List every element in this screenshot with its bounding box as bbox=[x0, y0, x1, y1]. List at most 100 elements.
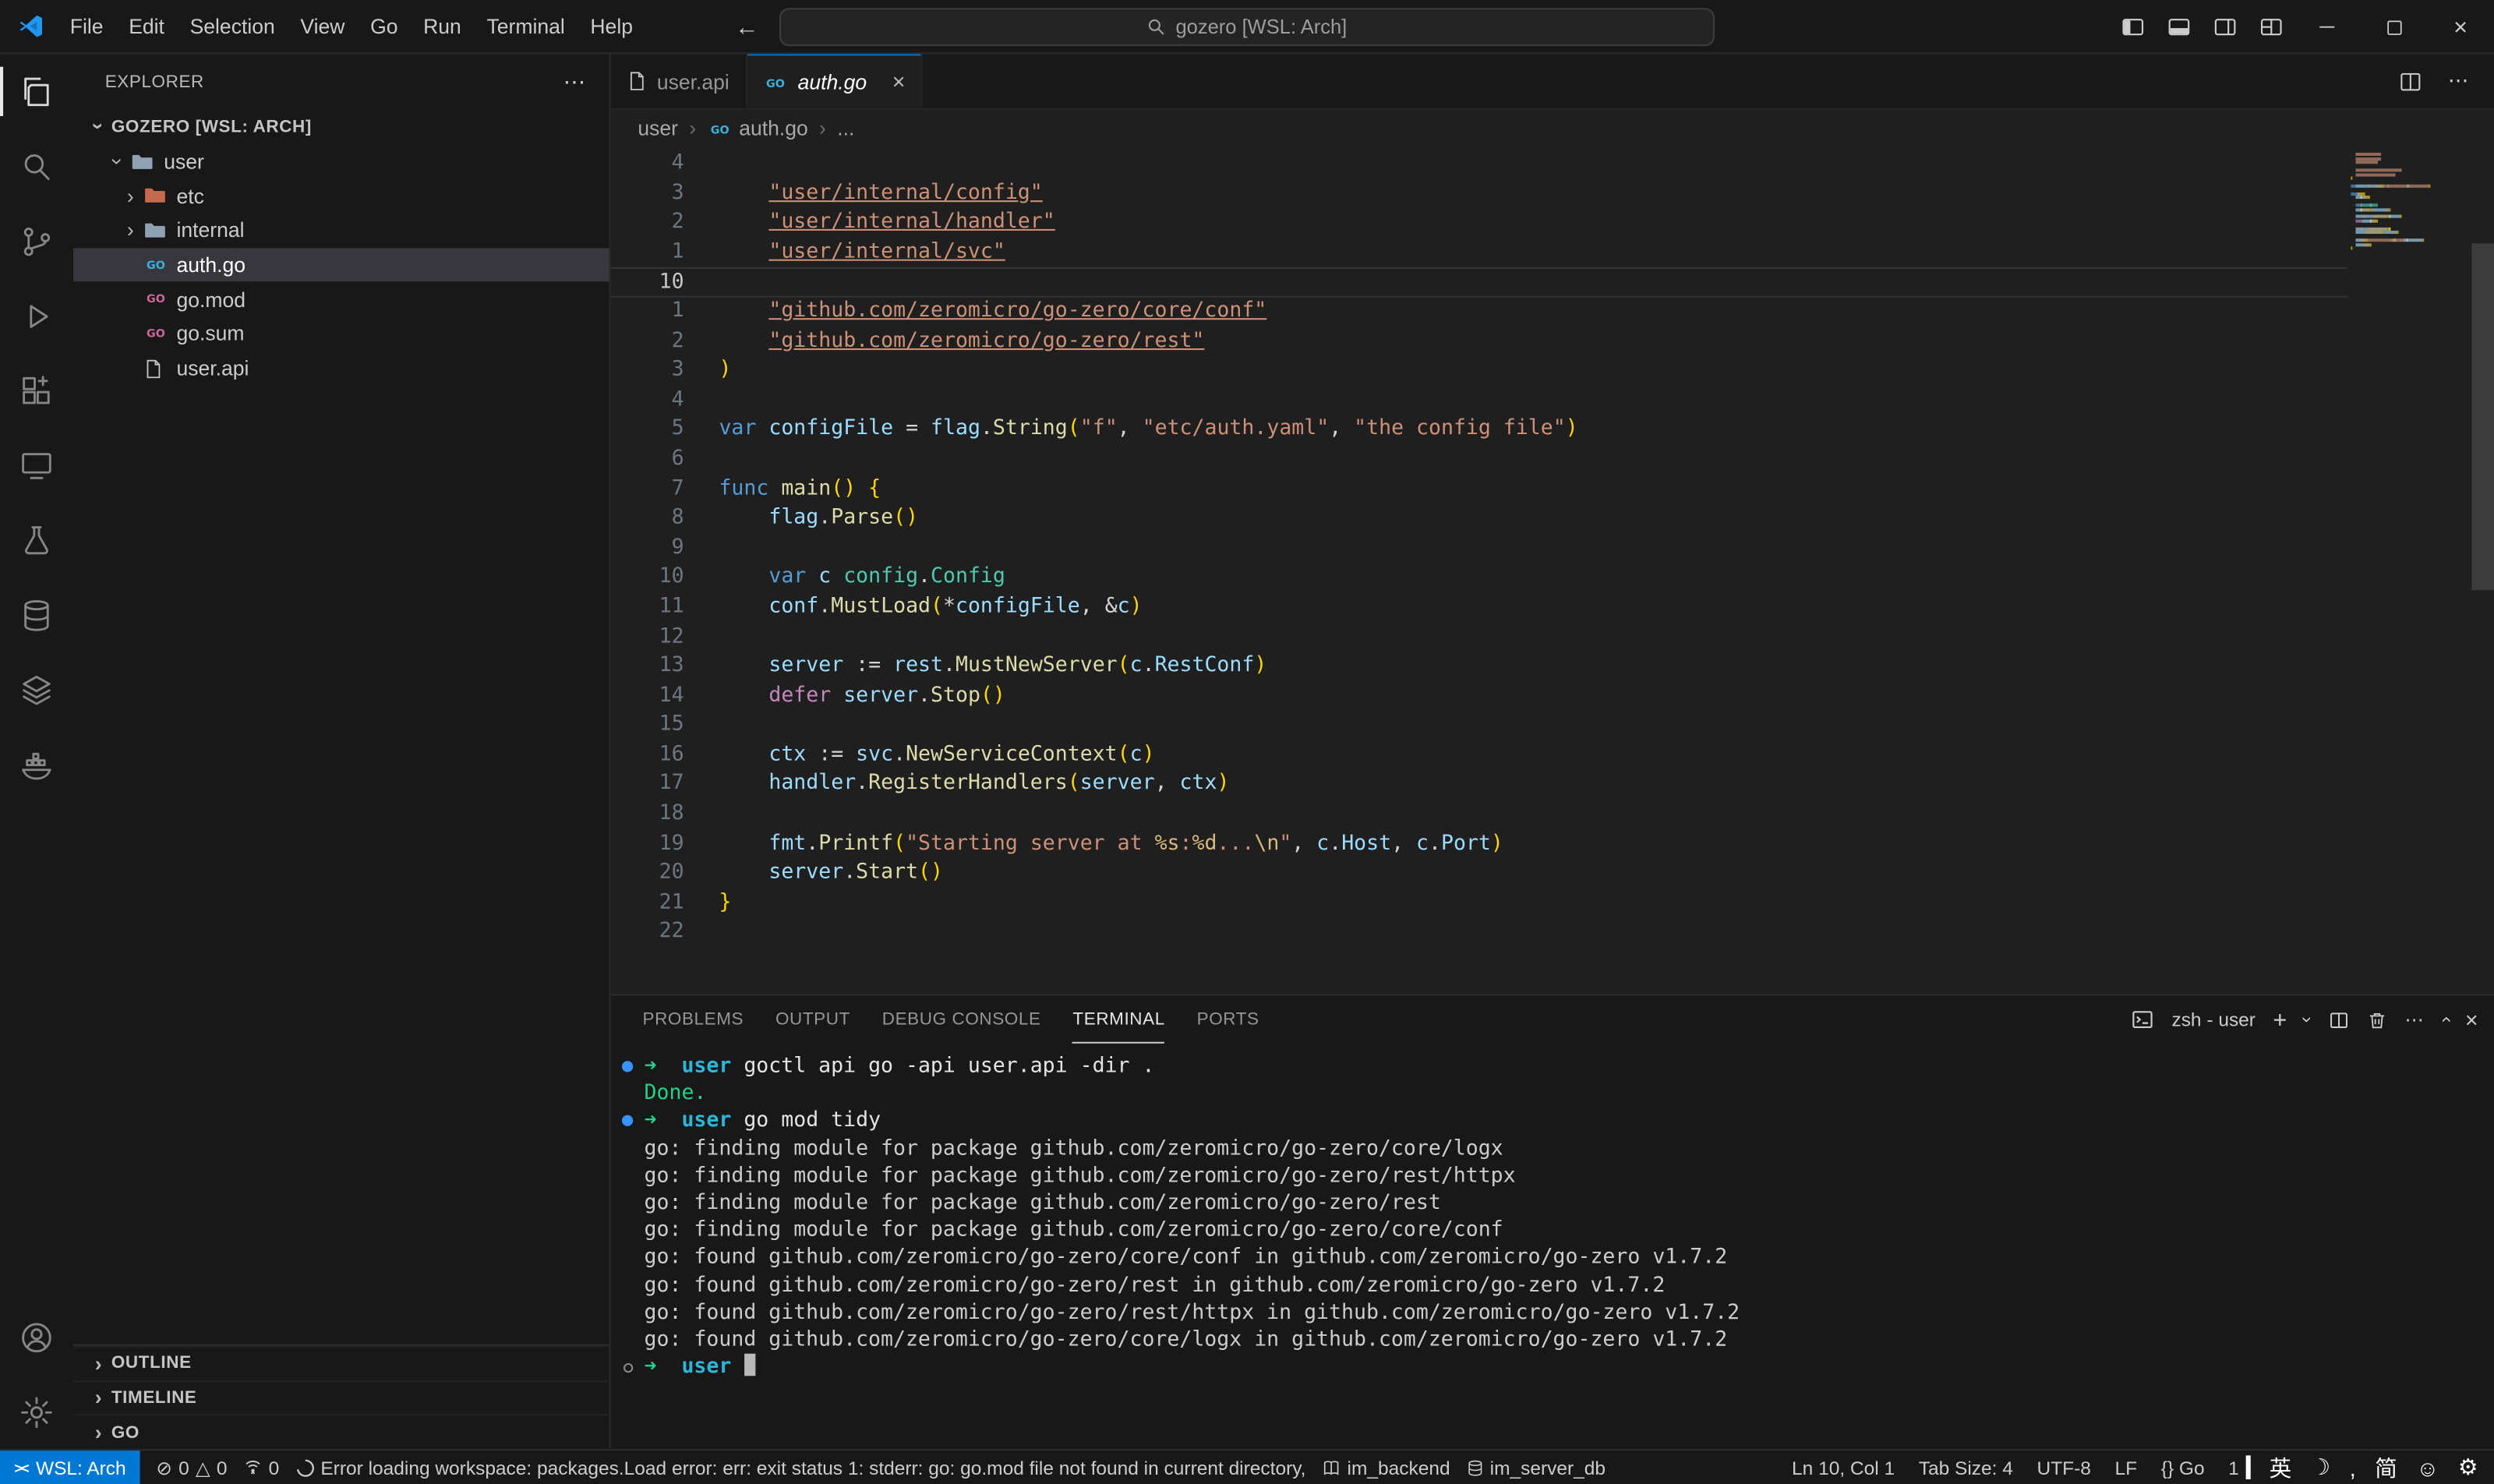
remote-indicator[interactable]: >< WSL: Arch bbox=[0, 1450, 140, 1484]
panel-tab-terminal[interactable]: TERMINAL bbox=[1072, 996, 1164, 1044]
toggle-secondary-sidebar-icon[interactable] bbox=[2201, 0, 2247, 54]
chevron-icon[interactable]: › bbox=[118, 218, 143, 242]
tray-icon[interactable]: ⚙ bbox=[2458, 1454, 2478, 1481]
panel-tab-output[interactable]: OUTPUT bbox=[775, 996, 850, 1044]
explorer-more-icon[interactable]: ⋯ bbox=[563, 69, 587, 96]
tree-item-auth.go[interactable]: GOauth.go bbox=[73, 248, 609, 282]
menu-file[interactable]: File bbox=[57, 9, 115, 43]
code-line[interactable]: 2 "github.com/zeromicro/go-zero/rest" bbox=[611, 327, 2348, 357]
code-line[interactable]: 18 bbox=[611, 800, 2348, 830]
code-line[interactable]: 11 conf.MustLoad(*configFile, &c) bbox=[611, 593, 2348, 623]
panel-more-icon[interactable]: ⋯ bbox=[2404, 1009, 2423, 1031]
split-editor-icon[interactable] bbox=[2399, 69, 2423, 94]
menu-go[interactable]: Go bbox=[358, 9, 411, 43]
maximize-button[interactable] bbox=[2361, 0, 2428, 54]
tree-item-internal[interactable]: ›internal bbox=[73, 214, 609, 248]
tree-item-user.api[interactable]: user.api bbox=[73, 352, 609, 386]
tray-icon[interactable]: 英 bbox=[2270, 1451, 2292, 1483]
close-panel-icon[interactable]: × bbox=[2465, 1007, 2478, 1033]
menu-view[interactable]: View bbox=[288, 9, 358, 43]
status-tab-size-4[interactable]: Tab Size: 4 bbox=[1919, 1456, 2013, 1479]
split-terminal-icon[interactable] bbox=[2328, 1009, 2349, 1030]
database-icon[interactable] bbox=[0, 578, 73, 652]
code-line[interactable]: 2 "user/internal/handler" bbox=[611, 209, 2348, 238]
code-line[interactable]: 10 var c config.Config bbox=[611, 564, 2348, 593]
chevron-icon[interactable]: › bbox=[106, 149, 130, 175]
db-connection-2[interactable]: im_server_db bbox=[1466, 1456, 1606, 1479]
docker-icon[interactable] bbox=[0, 727, 73, 802]
menu-selection[interactable]: Selection bbox=[177, 9, 288, 43]
code-line[interactable]: 6 bbox=[611, 445, 2348, 475]
code-line[interactable]: 4 bbox=[611, 150, 2348, 179]
status-ln-10-col-1[interactable]: Ln 10, Col 1 bbox=[1792, 1456, 1895, 1479]
status--go[interactable]: {} Go bbox=[2161, 1456, 2205, 1479]
layers-icon[interactable] bbox=[0, 652, 73, 727]
panel-tab-ports[interactable]: PORTS bbox=[1197, 996, 1259, 1044]
tree-item-go.sum[interactable]: GOgo.sum bbox=[73, 316, 609, 351]
run-debug-icon[interactable] bbox=[0, 278, 73, 353]
code-line[interactable]: 14 defer server.Stop() bbox=[611, 682, 2348, 712]
tray-icon[interactable]: 简 bbox=[2375, 1451, 2397, 1483]
code-line[interactable]: 5var configFile = flag.String("f", "etc/… bbox=[611, 415, 2348, 445]
toggle-sidebar-icon[interactable] bbox=[2109, 0, 2155, 54]
close-window-button[interactable]: × bbox=[2427, 0, 2494, 54]
breadcrumb-item[interactable]: ... bbox=[837, 115, 854, 140]
code-line[interactable]: 7func main() { bbox=[611, 475, 2348, 504]
section-go[interactable]: ›GO bbox=[73, 1415, 609, 1449]
code-line[interactable]: 15 bbox=[611, 712, 2348, 741]
code-line[interactable]: 13 server := rest.MustNewServer(c.RestCo… bbox=[611, 652, 2348, 682]
explorer-icon[interactable] bbox=[0, 54, 73, 129]
back-arrow-icon[interactable]: ← bbox=[735, 13, 759, 41]
code-editor[interactable]: 43 "user/internal/config"2 "user/interna… bbox=[611, 145, 2494, 995]
tree-item-go.mod[interactable]: GOgo.mod bbox=[73, 282, 609, 316]
tab-auth.go[interactable]: GOauth.go× bbox=[747, 54, 923, 108]
code-line[interactable]: 8 flag.Parse() bbox=[611, 504, 2348, 534]
db-connection-1[interactable]: im_backend bbox=[1322, 1456, 1450, 1479]
close-tab-icon[interactable]: × bbox=[892, 69, 906, 94]
code-line[interactable]: 4 bbox=[611, 386, 2348, 415]
status-lf[interactable]: LF bbox=[2115, 1456, 2138, 1479]
editor-scrollbar[interactable] bbox=[2471, 243, 2494, 590]
menu-edit[interactable]: Edit bbox=[116, 9, 177, 43]
code-line[interactable]: 1 "user/internal/svc" bbox=[611, 238, 2348, 268]
command-center-search[interactable]: gozero [WSL: Arch] bbox=[779, 8, 1715, 46]
section-outline[interactable]: ›OUTLINE bbox=[73, 1345, 609, 1380]
customize-layout-icon[interactable] bbox=[2248, 0, 2294, 54]
new-terminal-icon[interactable]: + bbox=[2273, 1006, 2287, 1034]
tray-icon[interactable]: ☺ bbox=[2416, 1454, 2439, 1480]
menu-help[interactable]: Help bbox=[578, 9, 645, 43]
code-line[interactable]: 20 server.Start() bbox=[611, 860, 2348, 889]
status-utf-8[interactable]: UTF-8 bbox=[2037, 1456, 2091, 1479]
panel-tab-debug-console[interactable]: DEBUG CONSOLE bbox=[882, 996, 1041, 1044]
code-line[interactable]: 10 bbox=[611, 268, 2348, 298]
maximize-panel-icon[interactable]: › bbox=[2433, 1016, 2456, 1023]
code-line[interactable]: 17 handler.RegisterHandlers(server, ctx) bbox=[611, 771, 2348, 800]
section-timeline[interactable]: ›TIMELINE bbox=[73, 1380, 609, 1415]
terminal-dropdown-icon[interactable]: › bbox=[2297, 1016, 2319, 1023]
workspace-error-status[interactable]: Error loading workspace: packages.Load e… bbox=[295, 1456, 1306, 1479]
shell-label[interactable]: zsh - user bbox=[2171, 1009, 2256, 1031]
tab-user.api[interactable]: user.api bbox=[611, 54, 747, 108]
source-control-icon[interactable] bbox=[0, 203, 73, 278]
menu-run[interactable]: Run bbox=[411, 9, 474, 43]
code-line[interactable]: 12 bbox=[611, 623, 2348, 652]
remote-explorer-icon[interactable] bbox=[0, 428, 73, 503]
breadcrumb-item[interactable]: user bbox=[638, 115, 678, 140]
settings-icon[interactable] bbox=[0, 1374, 73, 1449]
code-line[interactable]: 16 ctx := svc.NewServiceContext(c) bbox=[611, 741, 2348, 771]
code-line[interactable]: 1 "github.com/zeromicro/go-zero/core/con… bbox=[611, 298, 2348, 327]
code-line[interactable]: 21} bbox=[611, 889, 2348, 918]
ports-status[interactable]: 0 bbox=[243, 1456, 279, 1479]
kill-terminal-icon[interactable] bbox=[2366, 1009, 2387, 1030]
panel-tab-problems[interactable]: PROBLEMS bbox=[642, 996, 744, 1044]
testing-icon[interactable] bbox=[0, 503, 73, 578]
tree-root[interactable]: › GOZERO [WSL: ARCH] bbox=[73, 110, 609, 144]
terminal-output[interactable]: ➜ user goctl api go -api user.api -dir .… bbox=[611, 1044, 2494, 1449]
code-line[interactable]: 22 bbox=[611, 918, 2348, 948]
code-line[interactable]: 3 "user/internal/config" bbox=[611, 179, 2348, 209]
search-icon[interactable] bbox=[0, 129, 73, 203]
tree-item-user[interactable]: ›user bbox=[73, 144, 609, 178]
editor-more-icon[interactable]: ⋯ bbox=[2448, 69, 2469, 94]
minimize-button[interactable] bbox=[2294, 0, 2361, 54]
problems-status[interactable]: ⊘0 △0 bbox=[156, 1456, 227, 1479]
